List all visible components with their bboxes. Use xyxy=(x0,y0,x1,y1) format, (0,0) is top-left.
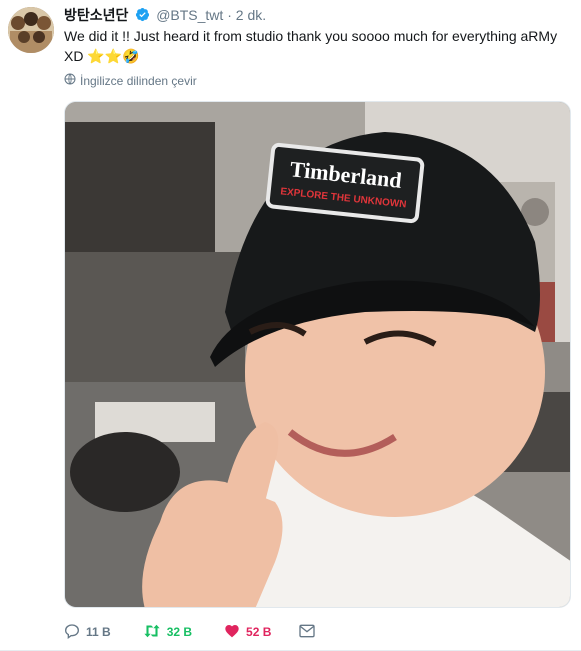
tweet-actions: 11 B 32 B 52 B xyxy=(64,621,316,643)
reply-count: 11 B xyxy=(86,625,111,639)
tweet-text: We did it !! Just heard it from studio t… xyxy=(64,28,558,64)
handle[interactable]: @BTS_twt xyxy=(156,7,223,23)
tweet-photo[interactable]: Timberland EXPLORE THE UNKNOWN xyxy=(64,101,571,608)
reply-icon xyxy=(64,623,80,642)
retweet-icon xyxy=(143,623,161,642)
retweet-button[interactable]: 32 B xyxy=(143,623,192,642)
reply-button[interactable]: 11 B xyxy=(64,623,111,642)
like-count: 52 B xyxy=(246,625,272,639)
verified-badge-icon xyxy=(135,7,150,26)
avatar[interactable] xyxy=(8,7,54,53)
globe-icon xyxy=(64,73,76,88)
translate-label[interactable]: İngilizce dilinden çevir xyxy=(80,74,197,88)
tweet-header: 방탄소년단 @BTS_twt · 2 dk. xyxy=(64,6,266,26)
direct-message-button[interactable] xyxy=(299,624,316,641)
like-button[interactable]: 52 B xyxy=(224,623,271,642)
envelope-icon xyxy=(299,624,316,641)
tweet-card[interactable]: 방탄소년단 @BTS_twt · 2 dk. We did it !! Just… xyxy=(0,0,581,651)
separator-dot: · xyxy=(227,7,232,23)
display-name[interactable]: 방탄소년단 xyxy=(64,7,128,23)
translate-link[interactable]: İngilizce dilinden çevir xyxy=(64,73,197,88)
heart-icon xyxy=(224,623,240,642)
timestamp[interactable]: 2 dk. xyxy=(236,7,266,23)
retweet-count: 32 B xyxy=(166,625,193,639)
